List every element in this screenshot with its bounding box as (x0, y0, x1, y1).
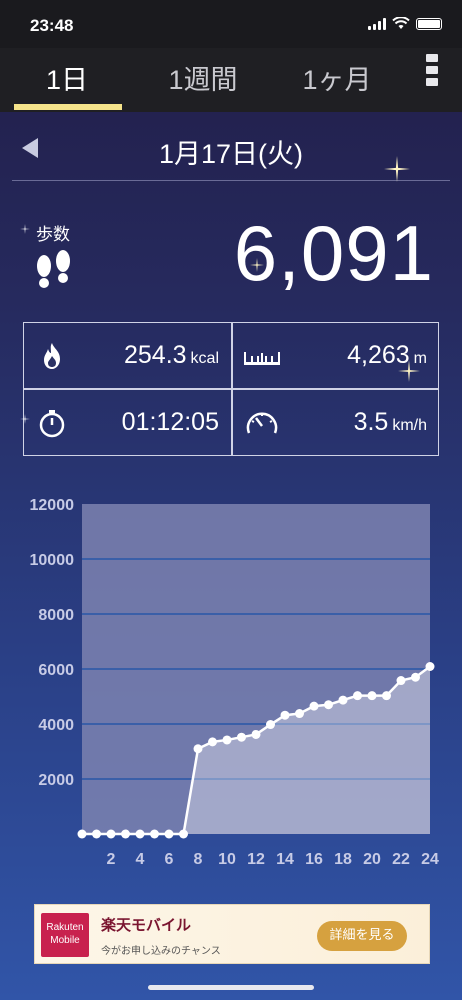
cellular-signal-icon (368, 17, 386, 30)
flame-icon (44, 343, 60, 369)
x-tick-label: 24 (421, 851, 439, 868)
calories-stat: 254.3 kcal (24, 323, 231, 389)
x-tick-label: 16 (305, 851, 323, 868)
ad-details-button[interactable]: 詳細を見る (317, 921, 407, 951)
duration-stat: 01:12:05 (24, 390, 231, 456)
sparkle-icon (20, 414, 30, 424)
ad-banner[interactable]: Rakuten Mobile 楽天モバイル 今がお申し込みのチャンス 詳細を見る (34, 904, 430, 964)
steps-chart-svg: 200040006000800010000120002 4 6 8 10 12 14 16 18… (30, 497, 440, 868)
data-point (121, 829, 130, 839)
more-menu-icon[interactable] (426, 54, 440, 86)
data-point (193, 744, 203, 754)
data-point (237, 732, 246, 742)
step-count: 6,091 (233, 209, 434, 297)
data-point (396, 676, 406, 686)
data-point (353, 691, 362, 701)
data-point (266, 720, 275, 730)
data-point (280, 710, 290, 720)
y-tick-label: 12000 (30, 497, 75, 514)
ruler-icon (244, 352, 280, 365)
steps-chart: 2000 4000 6000 8000 10000 12000 2 4 6 8 10 12 14 16 18… (0, 488, 462, 873)
speedometer-icon (246, 412, 278, 434)
active-tab-indicator (14, 104, 122, 110)
data-point (367, 691, 377, 701)
y-tick-label: 6000 (38, 662, 74, 679)
wifi-icon (392, 17, 410, 29)
sparkle-icon (20, 224, 30, 234)
y-tick-label: 10000 (30, 552, 75, 569)
steps-label: 歩数 (36, 225, 70, 245)
ad-subtitle: 今がお申し込みのチャンス (101, 946, 221, 957)
status-time: 23:48 (30, 16, 74, 35)
tab-week[interactable]: 1週間 (138, 58, 268, 97)
x-tick-label: 20 (363, 851, 381, 868)
speed-stat: 3.5 km/h (232, 390, 439, 456)
y-tick-label: 2000 (38, 772, 74, 789)
period-tab-bar: 1日 1週間 1ヶ月 (0, 48, 462, 112)
stopwatch-icon (39, 410, 65, 438)
data-point (222, 735, 232, 745)
x-tick-label: 12 (247, 851, 265, 868)
x-tick-label: 10 (218, 851, 236, 868)
speed-value: 3.5 (353, 408, 389, 436)
data-point (382, 691, 391, 701)
sparkle-icon (398, 360, 420, 382)
ad-logo: Rakuten Mobile (41, 913, 89, 957)
data-point (309, 701, 319, 711)
data-point (208, 737, 217, 747)
calories-value: 254.3 (123, 341, 187, 369)
x-tick-label: 2 (107, 851, 116, 868)
status-bar: 23:48 (0, 0, 462, 48)
data-point (77, 829, 87, 839)
data-point (135, 829, 145, 839)
data-point (92, 829, 101, 839)
tab-month[interactable]: 1ヶ月 (272, 58, 402, 97)
footprints-icon (37, 250, 70, 288)
calories-unit: kcal (190, 350, 219, 367)
status-icons (368, 17, 442, 30)
x-tick-label: 6 (165, 851, 174, 868)
data-point (150, 829, 159, 839)
battery-icon (416, 17, 442, 30)
x-tick-label: 22 (392, 851, 410, 868)
data-point (164, 829, 174, 839)
x-tick-label: 18 (334, 851, 352, 868)
x-tick-label: 14 (276, 851, 294, 868)
data-point (411, 672, 420, 682)
speed-unit: km/h (392, 417, 427, 434)
x-tick-label: 8 (194, 851, 203, 868)
data-point (106, 829, 116, 839)
stats-grid: 254.3 kcal 4,263 m 01:12:05 3.5 km/h (23, 322, 439, 456)
data-point (324, 700, 333, 710)
sparkle-icon (250, 258, 264, 272)
data-point (425, 661, 435, 671)
home-indicator[interactable] (148, 985, 314, 990)
tab-day[interactable]: 1日 (2, 58, 132, 97)
y-tick-label: 4000 (38, 717, 74, 734)
sparkle-icon (384, 156, 410, 182)
data-point (338, 695, 348, 705)
data-point (295, 709, 304, 719)
ad-title: 楽天モバイル (101, 916, 192, 934)
duration-value: 01:12:05 (121, 408, 219, 436)
data-point (179, 829, 188, 839)
y-tick-label: 8000 (38, 607, 74, 624)
data-point (251, 729, 261, 739)
x-tick-label: 4 (136, 851, 145, 868)
